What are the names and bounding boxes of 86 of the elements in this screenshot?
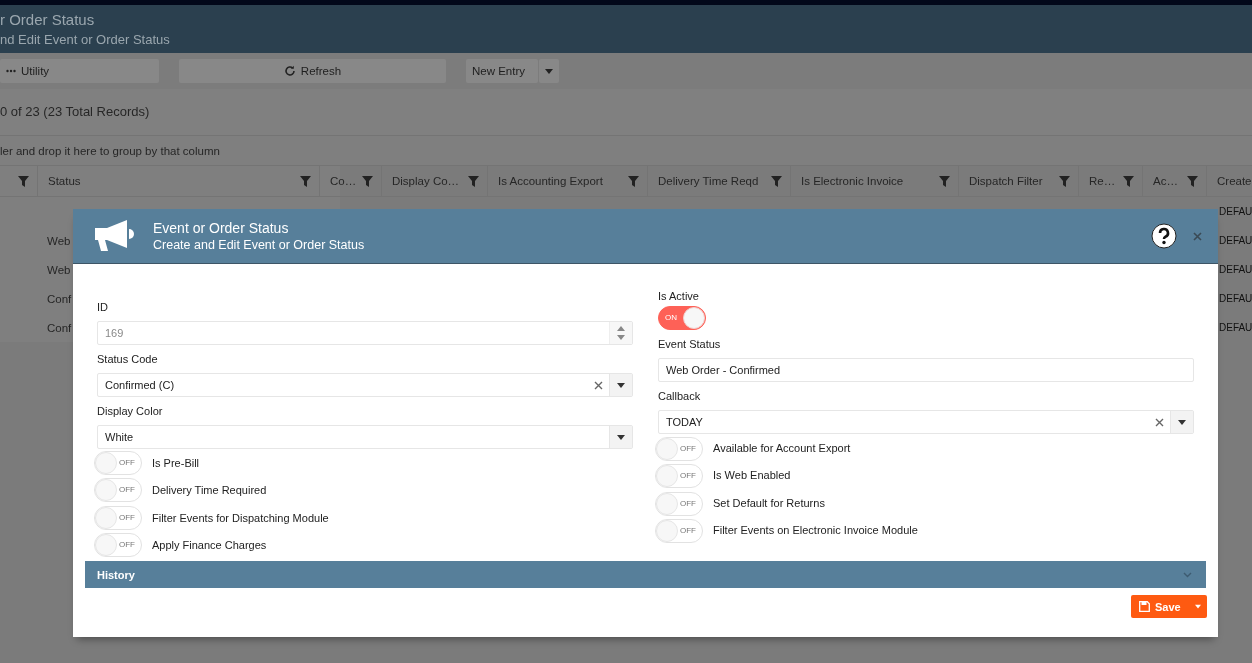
toggle-switch[interactable]: ON [658,306,706,330]
caret-icon [1178,419,1186,425]
toggle-switch[interactable]: OFF [94,478,142,503]
filter-icon[interactable] [468,175,479,187]
table-cell: Conf [47,322,72,334]
field-label: Is Active [658,289,700,304]
toggle-switch[interactable]: OFF [655,436,703,461]
column-header[interactable]: Is Electronic Invoice [801,175,904,187]
more-icon [6,69,16,73]
dropdown-field[interactable]: White [97,425,633,449]
field-label: Display Color [97,404,164,419]
table-cell: DEFAU [1219,322,1252,333]
filter-icon[interactable] [939,175,950,187]
dropdown-toggle[interactable] [609,426,632,448]
dropdown-button[interactable] [539,59,559,83]
column-header[interactable]: Co… [330,175,357,187]
dropdown-button[interactable] [1189,595,1207,618]
filter-icon[interactable] [18,175,29,187]
toggle-label: Is Web Enabled [713,469,791,482]
caret-icon [1195,604,1201,609]
close-icon[interactable] [1193,231,1202,241]
caret-icon [617,382,625,388]
toggle-label: Apply Finance Charges [152,539,267,552]
column-header[interactable]: Display Co… [392,175,460,187]
clear-icon[interactable] [594,380,603,390]
group-hint: ler and drop it here to group by that column [0,136,1252,166]
column-header[interactable]: Re… [1089,175,1116,187]
toggle-switch[interactable]: OFF [94,450,142,475]
filter-icon[interactable] [300,175,311,187]
new-entry-button[interactable]: New Entry [466,59,538,83]
history-section[interactable]: History [85,561,1206,588]
record-count: 0 of 23 (23 Total Records) [0,89,1252,136]
dialog-title: Event or Order Status [153,219,290,237]
dropdown-field[interactable]: TODAY [658,410,1194,434]
toggle-switch[interactable]: OFF [655,464,703,489]
page-title: r Order Status [0,10,96,30]
field-label: Event Status [658,337,722,352]
filter-icon[interactable] [1187,175,1198,187]
table-cell: DEFAU [1219,264,1252,275]
help-icon[interactable] [1151,223,1177,249]
caret-icon [617,434,625,440]
clear-icon[interactable] [1155,417,1164,427]
dropdown-toggle[interactable] [1170,411,1193,433]
table-cell: Web [47,264,71,276]
floppy-icon [1139,601,1150,612]
caret-icon [545,68,553,74]
table-cell: Conf [47,293,72,305]
filter-icon[interactable] [1059,175,1070,187]
filter-icon[interactable] [628,175,639,187]
megaphone-icon [93,219,135,253]
refresh-icon [283,65,296,77]
page-subtitle: nd Edit Event or Order Status [0,31,171,49]
field-label: Status Code [97,352,159,367]
column-header[interactable]: Status [48,175,81,187]
utility-button[interactable]: Utility [0,59,159,83]
toggle-switch[interactable]: OFF [655,519,703,544]
toggle-label: Filter Events on Electronic Invoice Module [713,524,918,537]
column-header[interactable]: Dispatch Filter [969,175,1043,187]
input-field[interactable]: Web Order - Confirmed [658,358,1194,382]
dropdown-toggle[interactable] [609,374,632,396]
column-header[interactable]: Create [1217,175,1252,187]
dropdown-field[interactable]: Confirmed (C) [97,373,633,397]
field-label: ID [97,300,109,315]
chevron-icon [1183,571,1192,578]
toggle-label: Is Pre-Bill [152,456,200,469]
toggle-switch[interactable]: OFF [94,533,142,558]
table-cell: DEFAU [1219,206,1252,217]
toggle-label: Delivery Time Required [152,484,267,497]
table-cell: DEFAU [1219,293,1252,304]
field-label: Callback [658,389,702,404]
toggle-label: Available for Account Export [713,441,851,454]
toggle-label: Set Default for Returns [713,496,825,509]
refresh-button[interactable]: Refresh [179,59,446,83]
save-button[interactable]: Save [1131,595,1189,618]
filter-icon[interactable] [771,175,782,187]
table-cell: DEFAU [1219,235,1252,246]
toggle-label: Filter Events for Dispatching Module [152,511,329,524]
dialog-subtitle: Create and Edit Event or Order Status [153,236,366,253]
column-header[interactable]: Delivery Time Reqd [658,175,759,187]
filter-icon[interactable] [1123,175,1134,187]
column-header[interactable]: Is Accounting Export [498,175,603,187]
table-cell: Web [47,235,71,247]
toggle-switch[interactable]: OFF [655,491,703,516]
toggle-switch[interactable]: OFF [94,505,142,530]
filter-icon[interactable] [362,175,373,187]
column-header[interactable]: Ac… [1153,175,1178,187]
